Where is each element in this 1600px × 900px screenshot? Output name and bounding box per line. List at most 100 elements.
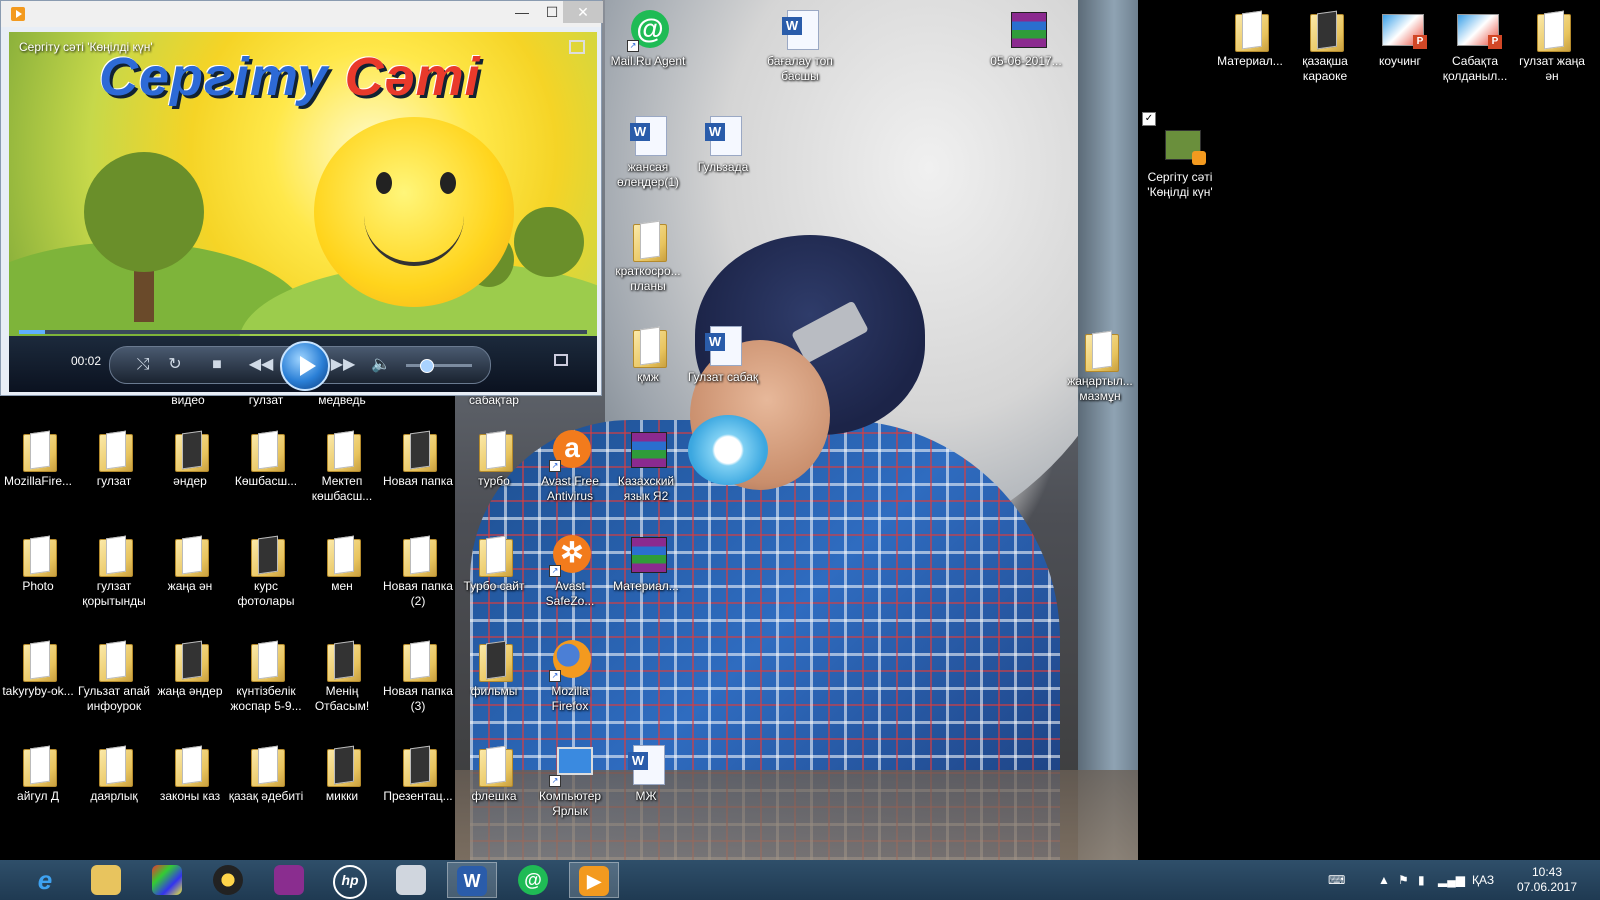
network-icon[interactable]: ▂▄▆ bbox=[1438, 860, 1465, 900]
desktop-icon-sabakta[interactable]: Сабақта қолданыл... bbox=[1437, 6, 1513, 84]
desktop-icon-zhanartyl[interactable]: жаңартыл... мазмұн bbox=[1062, 326, 1138, 404]
icon-label: Гульзада bbox=[697, 160, 749, 174]
taskbar-wireless-app[interactable] bbox=[264, 862, 314, 898]
folder-icon bbox=[175, 434, 209, 472]
desktop-icon-mozilla-firefox[interactable]: ↗ Mozilla Firefox bbox=[532, 636, 608, 714]
desktop-icon-koshbas[interactable]: Көшбасш... bbox=[228, 426, 304, 489]
desktop-icon-zakony[interactable]: законы каз bbox=[152, 741, 228, 804]
icon-label: Photo bbox=[22, 579, 54, 593]
desktop-icon-kouching[interactable]: коучинг bbox=[1362, 6, 1438, 69]
desktop-icon-mektep[interactable]: Мектеп көшбасш... bbox=[304, 426, 380, 504]
play-button[interactable] bbox=[280, 341, 330, 391]
stop-icon[interactable]: ■ bbox=[202, 347, 232, 383]
icon-label: законы каз bbox=[159, 789, 221, 803]
show-hidden-icons-chevron-icon[interactable]: ▲ bbox=[1378, 860, 1390, 900]
desktop-icon-avast-free[interactable]: a ↗ Avast Free Antivirus bbox=[532, 426, 608, 504]
desktop-icon-material-folder[interactable]: Материал... bbox=[1212, 6, 1288, 69]
icon-label: Новая папка (3) bbox=[383, 684, 453, 713]
folder-icon bbox=[327, 539, 361, 577]
shuffle-icon[interactable]: ⤭ bbox=[128, 347, 158, 383]
fullscreen-icon[interactable] bbox=[554, 354, 568, 366]
folder-icon bbox=[1085, 334, 1119, 372]
action-center-flag-icon[interactable]: ⚑ bbox=[1398, 860, 1409, 900]
desktop-icon-photo[interactable]: Photo bbox=[0, 531, 76, 594]
player-title-bar[interactable]: — ☐ ✕ bbox=[1, 1, 603, 27]
desktop-icon-mailru-agent[interactable]: @ ↗ Mail.Ru Agent bbox=[610, 6, 686, 69]
folder-icon bbox=[175, 539, 209, 577]
hp-icon: hp bbox=[333, 865, 367, 899]
desktop-icon-new-folder[interactable]: Новая папка bbox=[380, 426, 456, 489]
icon-label: курс фотолары bbox=[237, 579, 295, 608]
desktop-icon-new-folder-3[interactable]: Новая папка (3) bbox=[380, 636, 456, 714]
taskbar-mailru-agent[interactable]: @ bbox=[508, 862, 558, 898]
desktop-icon-menin-otbasym[interactable]: Менің Отбасым! bbox=[304, 636, 380, 714]
taskbar-calculator[interactable] bbox=[386, 862, 436, 898]
desktop-icon-kmzh[interactable]: қмж bbox=[610, 322, 686, 385]
desktop-icon-mikki[interactable]: микки bbox=[304, 741, 380, 804]
previous-icon[interactable]: ◀◀ bbox=[246, 347, 276, 383]
desktop-icon-mozilla-folder[interactable]: MozillaFire... bbox=[0, 426, 76, 489]
desktop-icon-zhansaya[interactable]: жансая өлеңдер(1) bbox=[610, 112, 686, 190]
internet-explorer-icon: e bbox=[37, 865, 53, 895]
desktop-icon-material-archive[interactable]: Материал... bbox=[608, 531, 684, 594]
desktop-icon-men[interactable]: мен bbox=[304, 531, 380, 594]
desktop-icon-aigul[interactable]: айгул Д bbox=[0, 741, 76, 804]
volume-knob[interactable] bbox=[419, 359, 434, 373]
desktop-icon-gulzat-sabak[interactable]: Гулзат сабақ bbox=[685, 322, 761, 385]
taskbar-internet-explorer[interactable]: e bbox=[20, 862, 70, 898]
desktop-icon-gulzat-zhana-an[interactable]: гулзат жаңа ән bbox=[1514, 6, 1590, 84]
desktop-icon-zhana-an[interactable]: жаңа ән bbox=[152, 531, 228, 594]
desktop-icon-takyryby[interactable]: takyryby-ok... bbox=[0, 636, 76, 699]
taskbar-file-explorer[interactable] bbox=[81, 862, 131, 898]
icon-label: Презентац... bbox=[383, 789, 453, 803]
repeat-icon[interactable]: ↻ bbox=[160, 347, 190, 383]
media-player-window[interactable]: — ☐ ✕ Сергіту Сәті Сергіту сәті 'Көңілді… bbox=[0, 0, 603, 396]
desktop-icon-avast-safezone[interactable]: ✲ ↗ Avast SafeZo... bbox=[532, 531, 608, 609]
desktop-icon-video-file[interactable]: Сергіту сәті 'Көңілді күн' bbox=[1142, 122, 1218, 200]
folder-icon bbox=[23, 749, 57, 787]
desktop-icon-kazakh-yazyk[interactable]: Казахский язык Я2 bbox=[608, 426, 684, 504]
desktop-icon-ander[interactable]: әндер bbox=[152, 426, 228, 489]
desktop-icon-kurs[interactable]: курс фотолары bbox=[228, 531, 304, 609]
desktop-icon-gulzat-korytyndy[interactable]: гулзат қорытынды bbox=[76, 531, 152, 609]
taskbar-hp-app[interactable]: hp bbox=[325, 862, 375, 899]
volume-icon[interactable]: 🔈 bbox=[366, 347, 396, 383]
keyboard-icon[interactable]: ⌨ bbox=[1328, 860, 1345, 900]
input-language[interactable]: ҚАЗ bbox=[1472, 860, 1494, 900]
desktop-icon-zhana-ander[interactable]: жаңа әндер bbox=[152, 636, 228, 699]
desktop-icon-prezentac[interactable]: Презентац... bbox=[380, 741, 456, 804]
desktop-icon-bagalau[interactable]: бағалау топ басшы bbox=[762, 6, 838, 84]
desktop-icon-turbo-sait[interactable]: Турбо сайт bbox=[456, 531, 532, 594]
desktop-icon-kazaksha-karaoke[interactable]: қазақша караоке bbox=[1287, 6, 1363, 84]
desktop-icon-filmy[interactable]: фильмы bbox=[456, 636, 532, 699]
volume-slider[interactable] bbox=[406, 359, 472, 373]
desktop-icon-fleshka[interactable]: флешка bbox=[456, 741, 532, 804]
desktop-icon-mzh[interactable]: МЖ bbox=[608, 741, 684, 804]
desktop-icon-kazak-adebieti[interactable]: қазақ әдебиті bbox=[228, 741, 304, 804]
power-icon[interactable]: ▮ bbox=[1418, 860, 1425, 900]
desktop-icon-gulzat-apai[interactable]: Гульзат апай инфоурок bbox=[76, 636, 152, 714]
desktop-icon-rar-archive[interactable]: 05-06-2017... bbox=[988, 6, 1064, 69]
taskbar-photo-app[interactable] bbox=[142, 862, 192, 898]
icon-label: Гульзат апай инфоурок bbox=[78, 684, 150, 713]
desktop-icon-komputer[interactable]: ↗ Компьютер Ярлык bbox=[532, 741, 608, 819]
desktop-icon-kuntizbelik[interactable]: күнтізбелік жоспар 5-9... bbox=[228, 636, 304, 714]
seek-bar[interactable] bbox=[19, 330, 587, 334]
desktop-icon-new-folder-2[interactable]: Новая папка (2) bbox=[380, 531, 456, 609]
taskbar-media-player[interactable]: ▶ bbox=[569, 862, 619, 898]
clock[interactable]: 10:43 07.06.2017 bbox=[1512, 865, 1582, 895]
desktop-icon-dayarlyk[interactable]: даярлық bbox=[76, 741, 152, 804]
taskbar-media-app[interactable] bbox=[203, 862, 253, 898]
switch-to-library-icon[interactable] bbox=[569, 40, 585, 54]
icon-label: қмж bbox=[637, 370, 659, 384]
close-button[interactable]: ✕ bbox=[563, 1, 603, 23]
desktop-icon-turbo[interactable]: турбо bbox=[456, 426, 532, 489]
taskbar-word[interactable]: W bbox=[447, 862, 497, 898]
minimize-button[interactable]: — bbox=[506, 1, 538, 23]
desktop-icon-gulzada[interactable]: Гульзада bbox=[685, 112, 761, 175]
next-icon[interactable]: ▶▶ bbox=[328, 347, 358, 383]
video-area[interactable]: Сергіту Сәті Сергіту сәті 'Көңілді күн' … bbox=[9, 32, 597, 392]
media-player-icon bbox=[11, 7, 25, 21]
desktop-icon-gulzat[interactable]: гулзат bbox=[76, 426, 152, 489]
desktop-icon-kratkosro[interactable]: краткосро... планы bbox=[610, 216, 686, 294]
